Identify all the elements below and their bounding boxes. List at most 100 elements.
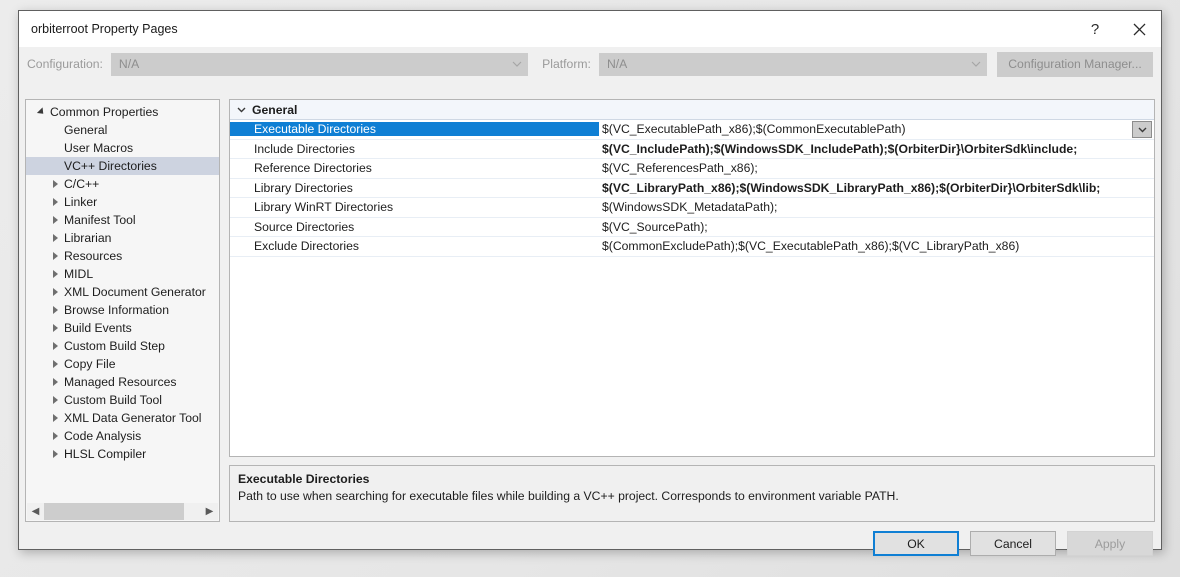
property-name: Include Directories (254, 141, 355, 156)
tree-horizontal-scrollbar[interactable]: ◀ ▶ (27, 503, 218, 520)
tree-item-label: VC++ Directories (64, 159, 157, 173)
scroll-right-icon[interactable]: ▶ (201, 503, 218, 520)
tree-item-custom-build-step[interactable]: Custom Build Step (26, 337, 219, 355)
expander-collapsed-icon (48, 252, 62, 260)
property-value[interactable]: $(VC_IncludePath);$(WindowsSDK_IncludePa… (597, 142, 1154, 156)
expander-collapsed-icon (48, 306, 62, 314)
chevron-down-icon (1138, 127, 1146, 132)
property-value[interactable]: $(WindowsSDK_MetadataPath); (597, 200, 1154, 214)
property-value[interactable]: $(VC_ReferencesPath_x86); (597, 161, 1154, 175)
property-value[interactable]: $(CommonExcludePath);$(VC_ExecutablePath… (597, 239, 1154, 253)
tree-item-code-analysis[interactable]: Code Analysis (26, 427, 219, 445)
help-button[interactable]: ? (1073, 11, 1117, 47)
tree-item-label: Build Events (64, 321, 132, 335)
tree-item-label: User Macros (64, 141, 134, 155)
tree-item-label: General (64, 123, 108, 137)
chevron-down-icon[interactable] (230, 107, 252, 113)
configuration-label: Configuration: (27, 57, 103, 71)
configuration-value: N/A (118, 57, 140, 71)
tree-item-general[interactable]: General (26, 121, 219, 139)
configuration-manager-button[interactable]: Configuration Manager... (996, 51, 1153, 77)
expander-collapsed-icon (48, 432, 62, 440)
platform-dropdown[interactable]: N/A (598, 52, 987, 76)
property-value[interactable]: $(VC_ExecutablePath_x86);$(CommonExecuta… (597, 122, 1154, 137)
ok-button[interactable]: OK (873, 531, 959, 556)
property-grid: General Executable Directories $(VC_Execu… (229, 99, 1155, 457)
property-tree[interactable]: Common Properties General User Macros VC++ … (26, 103, 219, 501)
tree-item-managed-resources[interactable]: Managed Resources (26, 373, 219, 391)
property-row[interactable]: Library Directories $(VC_LibraryPath_x86)… (230, 179, 1154, 198)
tree-item-label: HLSL Compiler (64, 447, 147, 461)
tree-item-linker[interactable]: Linker (26, 193, 219, 211)
property-value[interactable]: $(VC_LibraryPath_x86);$(WindowsSDK_Libra… (597, 181, 1154, 195)
property-row[interactable]: Library WinRT Directories $(WindowsSDK_Me… (230, 198, 1154, 218)
close-button[interactable] (1117, 11, 1161, 47)
property-value-dropdown-button[interactable] (1132, 121, 1152, 138)
tree-item-midl[interactable]: MIDL (26, 265, 219, 283)
property-row[interactable]: Source Directories $(VC_SourcePath); (230, 218, 1154, 237)
tree-item-copy-file[interactable]: Copy File (26, 355, 219, 373)
tree-item-label: MIDL (64, 267, 94, 281)
tree-item-custom-build-tool[interactable]: Custom Build Tool (26, 391, 219, 409)
tree-item-user-macros[interactable]: User Macros (26, 139, 219, 157)
expander-collapsed-icon (48, 360, 62, 368)
expander-collapsed-icon (48, 450, 62, 458)
scrollbar-thumb[interactable] (44, 503, 184, 520)
property-row[interactable]: Include Directories $(VC_IncludePath);$(W… (230, 140, 1154, 159)
tree-item-browse-information[interactable]: Browse Information (26, 301, 219, 319)
chevron-down-icon (507, 61, 527, 67)
expander-collapsed-icon (48, 324, 62, 332)
property-group-header[interactable]: General (230, 100, 1154, 120)
expander-expanded-icon (34, 107, 48, 117)
property-row[interactable]: Exclude Directories $(CommonExcludePath);… (230, 237, 1154, 257)
property-name: Exclude Directories (254, 239, 359, 254)
tree-item-label: Custom Build Step (64, 339, 165, 353)
tree-item-label: Common Properties (50, 105, 159, 119)
property-group-label: General (252, 102, 298, 117)
cancel-button[interactable]: Cancel (970, 531, 1056, 556)
dialog-footer: OK Cancel Apply (873, 531, 1153, 556)
tree-item-xml-data-generator-tool[interactable]: XML Data Generator Tool (26, 409, 219, 427)
close-icon (1133, 23, 1145, 35)
tree-item-hlsl-compiler[interactable]: HLSL Compiler (26, 445, 219, 463)
description-text: Path to use when searching for executabl… (238, 489, 899, 503)
tree-item-label: Resources (64, 249, 123, 263)
expander-collapsed-icon (48, 198, 62, 206)
tree-item-build-events[interactable]: Build Events (26, 319, 219, 337)
expander-collapsed-icon (48, 270, 62, 278)
tree-item-label: C/C++ (64, 177, 100, 191)
dialog-body: Common Properties General User Macros VC++ … (19, 81, 1161, 556)
property-row-list: Executable Directories $(VC_ExecutablePat… (230, 120, 1154, 257)
tree-item-c-c[interactable]: C/C++ (26, 175, 219, 193)
tree-item-label: Managed Resources (64, 375, 177, 389)
property-name: Executable Directories (230, 122, 597, 137)
scroll-left-icon[interactable]: ◀ (27, 503, 44, 520)
tree-item-manifest-tool[interactable]: Manifest Tool (26, 211, 219, 229)
platform-value: N/A (606, 57, 628, 71)
tree-item-label: Copy File (64, 357, 116, 371)
tree-item-resources[interactable]: Resources (26, 247, 219, 265)
tree-item-label: XML Data Generator Tool (64, 411, 202, 425)
expander-collapsed-icon (48, 234, 62, 242)
configuration-dropdown[interactable]: N/A (110, 52, 529, 76)
expander-collapsed-icon (48, 180, 62, 188)
platform-label: Platform: (542, 57, 591, 71)
tree-item-vc-directories[interactable]: VC++ Directories (26, 157, 219, 175)
tree-item-common-properties[interactable]: Common Properties (26, 103, 219, 121)
property-value[interactable]: $(VC_SourcePath); (597, 220, 1154, 234)
tree-item-label: Librarian (64, 231, 112, 245)
property-row[interactable]: Executable Directories $(VC_ExecutablePat… (230, 120, 1154, 140)
configuration-bar: Configuration: N/A Platform: N/A Configu… (19, 47, 1161, 81)
property-row[interactable]: Reference Directories $(VC_ReferencesPath… (230, 159, 1154, 179)
tree-item-label: XML Document Generator (64, 285, 206, 299)
tree-item-label: Code Analysis (64, 429, 142, 443)
tree-item-label: Manifest Tool (64, 213, 136, 227)
apply-button[interactable]: Apply (1067, 531, 1153, 556)
expander-collapsed-icon (48, 414, 62, 422)
tree-item-label: Custom Build Tool (64, 393, 162, 407)
expander-collapsed-icon (48, 216, 62, 224)
property-pages-dialog: orbiterroot Property Pages ? Configurati… (18, 10, 1162, 556)
scrollbar-track[interactable] (44, 503, 201, 520)
tree-item-librarian[interactable]: Librarian (26, 229, 219, 247)
tree-item-xml-document-generator[interactable]: XML Document Generator (26, 283, 219, 301)
